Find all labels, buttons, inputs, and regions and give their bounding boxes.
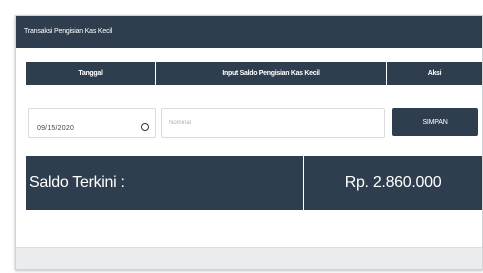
nominal-input[interactable]: [161, 108, 385, 138]
date-value: 09/15/2020: [37, 125, 75, 132]
column-header-action: Aksi: [427, 70, 442, 77]
saldo-value: Rp. 2.860.000: [344, 174, 442, 191]
table-header: Tanggal Input Saldo Pengisian Kas Kecil …: [26, 62, 482, 85]
panel-footer: [16, 247, 482, 269]
column-header-input: Input Saldo Pengisian Kas Kecil: [156, 62, 387, 85]
date-input[interactable]: 09/15/2020: [28, 108, 156, 138]
date-clear-icon[interactable]: [141, 123, 149, 131]
kas-kecil-panel: Transaksi Pengisian Kas Kecil Tanggal In…: [15, 15, 483, 270]
panel-title: Transaksi Pengisian Kas Kecil: [16, 16, 482, 48]
save-button[interactable]: SIMPAN: [392, 108, 478, 136]
column-header-date: Tanggal: [26, 62, 156, 85]
saldo-row: Saldo Terkini : Rp. 2.860.000: [26, 156, 482, 210]
saldo-label: Saldo Terkini :: [26, 156, 304, 210]
